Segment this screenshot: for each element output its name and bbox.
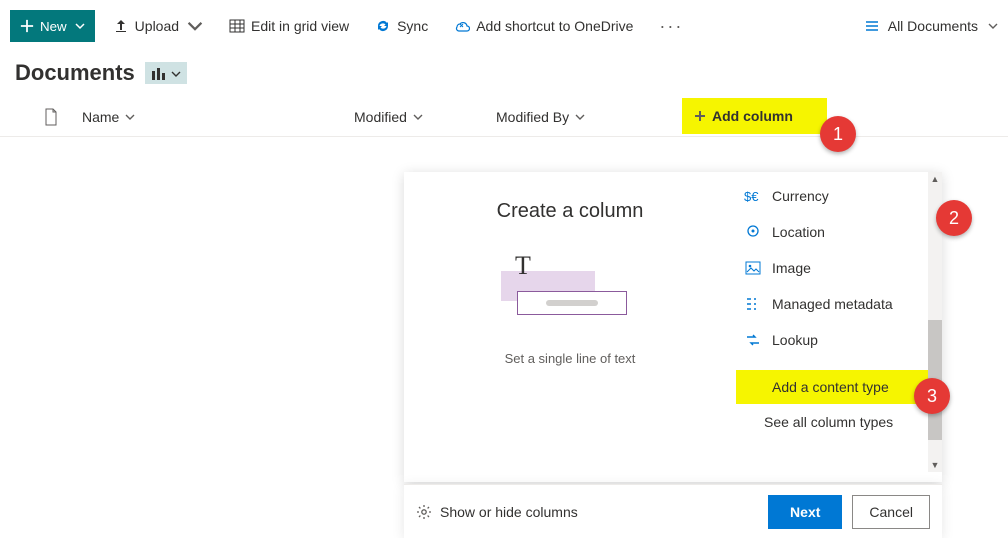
list-lines-icon	[864, 18, 880, 34]
type-label: Image	[772, 260, 811, 276]
panel-title: Create a column	[497, 200, 644, 223]
type-label: Managed metadata	[772, 296, 893, 312]
ellipsis-icon: ···	[659, 16, 683, 37]
svg-text:$€: $€	[744, 189, 759, 204]
file-icon	[44, 108, 58, 126]
column-header-modified-by[interactable]: Modified By	[496, 109, 630, 125]
column-header-row: Name Modified Modified By Add column	[0, 102, 1008, 137]
scrollbar-up-button[interactable]: ▲	[928, 172, 942, 186]
show-hide-columns-button[interactable]: Show or hide columns	[416, 504, 578, 520]
upload-label: Upload	[135, 18, 179, 34]
managed-metadata-icon	[744, 295, 762, 313]
view-switcher[interactable]: All Documents	[864, 18, 998, 34]
panel-preview: Create a column T Set a single line of t…	[404, 172, 736, 482]
column-label: Modified	[354, 109, 407, 125]
column-label: Name	[82, 109, 119, 125]
type-label: Currency	[772, 188, 829, 204]
create-column-panel: Create a column T Set a single line of t…	[404, 172, 942, 482]
add-content-type-item[interactable]: Add a content type	[736, 370, 928, 404]
new-button[interactable]: New	[10, 10, 95, 42]
upload-button[interactable]: Upload	[105, 10, 211, 42]
type-label: Lookup	[772, 332, 818, 348]
column-type-currency[interactable]: $€ Currency	[738, 178, 928, 214]
next-button[interactable]: Next	[768, 495, 842, 529]
chevron-down-icon	[988, 21, 998, 31]
shortcut-button[interactable]: Add shortcut to OneDrive	[446, 10, 641, 42]
column-type-list: ▲ ▼ $€ Currency Location Image Managed m…	[736, 172, 940, 482]
type-label: Location	[772, 224, 825, 240]
cancel-label: Cancel	[869, 504, 913, 520]
tiles-icon	[151, 66, 169, 82]
column-header-name[interactable]: Name	[72, 109, 354, 125]
column-type-image[interactable]: Image	[738, 250, 928, 286]
sync-label: Sync	[397, 18, 428, 34]
show-hide-label: Show or hide columns	[440, 504, 578, 520]
edit-grid-label: Edit in grid view	[251, 18, 349, 34]
scrollbar-down-button[interactable]: ▼	[928, 458, 942, 472]
new-button-label: New	[40, 19, 67, 34]
column-type-location[interactable]: Location	[738, 214, 928, 250]
next-label: Next	[790, 504, 820, 520]
chevron-down-icon	[125, 112, 135, 122]
see-all-column-types[interactable]: See all column types	[738, 404, 928, 440]
column-header-modified[interactable]: Modified	[354, 109, 496, 125]
sync-icon	[375, 18, 391, 34]
chevron-down-icon	[413, 112, 423, 122]
lookup-icon	[744, 331, 762, 349]
chevron-down-icon	[75, 21, 85, 31]
sync-button[interactable]: Sync	[367, 10, 436, 42]
page-title: Documents	[15, 60, 135, 86]
add-column-button[interactable]: Add column	[682, 98, 827, 134]
type-label: Add a content type	[772, 379, 889, 395]
view-label: All Documents	[888, 18, 978, 34]
currency-icon: $€	[744, 187, 762, 205]
panel-subtitle: Set a single line of text	[505, 351, 636, 366]
tiles-toggle[interactable]	[145, 62, 187, 84]
cancel-button[interactable]: Cancel	[852, 495, 930, 529]
grid-icon	[229, 18, 245, 34]
annotation-callout-1: 1	[820, 116, 856, 152]
edit-grid-button[interactable]: Edit in grid view	[221, 10, 357, 42]
plus-icon	[20, 19, 34, 33]
column-label: Modified By	[496, 109, 569, 125]
onedrive-shortcut-icon	[454, 18, 470, 34]
annotation-callout-2: 2	[936, 200, 972, 236]
type-label: See all column types	[764, 414, 893, 430]
column-type-illustration: T	[495, 251, 645, 331]
column-type-lookup[interactable]: Lookup	[738, 322, 928, 358]
chevron-down-icon	[575, 112, 585, 122]
page-header: Documents	[0, 60, 1008, 102]
column-header-filetype[interactable]	[30, 108, 72, 126]
command-bar: New Upload Edit in grid view Sync Add sh…	[0, 0, 1008, 60]
chevron-down-icon	[171, 69, 181, 79]
gear-icon	[416, 504, 432, 520]
add-column-label: Add column	[712, 108, 793, 124]
location-icon	[744, 223, 762, 241]
plus-icon	[694, 110, 706, 122]
chevron-down-icon	[187, 18, 203, 34]
upload-icon	[113, 18, 129, 34]
shortcut-label: Add shortcut to OneDrive	[476, 18, 633, 34]
column-type-managed-metadata[interactable]: Managed metadata	[738, 286, 928, 322]
panel-footer: Show or hide columns Next Cancel	[404, 484, 942, 538]
annotation-callout-3: 3	[914, 378, 950, 414]
more-button[interactable]: ···	[651, 10, 691, 42]
image-icon	[744, 259, 762, 277]
